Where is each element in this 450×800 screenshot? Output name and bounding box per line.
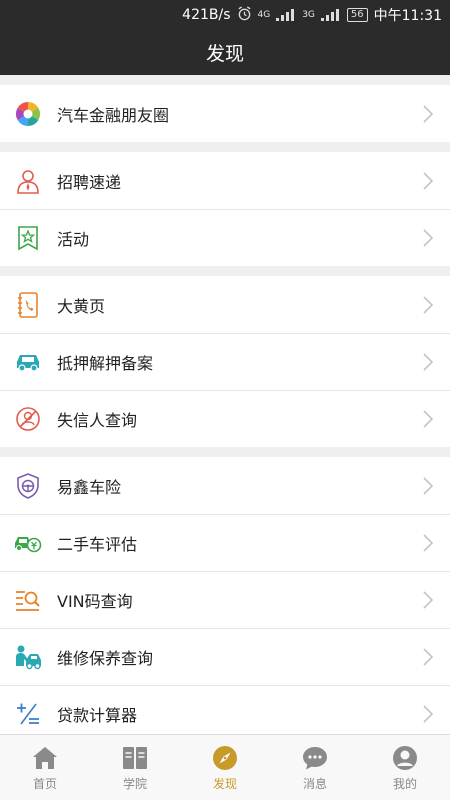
chevron-right-icon xyxy=(423,228,434,247)
title-bar: 发现 xyxy=(0,30,450,75)
user-icon xyxy=(393,746,417,770)
tab-discover[interactable]: 发现 xyxy=(180,735,270,800)
home-icon xyxy=(33,747,57,769)
item-recruitment[interactable]: 招聘速递 xyxy=(0,152,450,209)
car-valuation-icon xyxy=(14,529,42,557)
network-4g-label: 4G xyxy=(257,10,271,20)
chevron-right-icon xyxy=(423,476,434,495)
item-loan-calculator[interactable]: 贷款计算器 xyxy=(0,685,450,734)
item-dishonest-search[interactable]: 失信人查询 xyxy=(0,390,450,447)
repair-icon xyxy=(14,643,42,671)
chat-icon xyxy=(303,747,327,770)
item-label: 二手车评估 xyxy=(57,534,138,554)
chevron-right-icon xyxy=(423,295,434,314)
chevron-right-icon xyxy=(423,352,434,371)
aperture-icon xyxy=(14,100,42,128)
group-tools: 易鑫车险 二手车评估 VIN码查询 维修保养查询 贷款计算器 xyxy=(0,457,450,734)
item-label: 失信人查询 xyxy=(57,410,138,430)
item-car-insurance[interactable]: 易鑫车险 xyxy=(0,457,450,514)
chevron-right-icon xyxy=(423,409,434,428)
tab-label: 消息 xyxy=(302,777,327,791)
group-circle: 汽车金融朋友圈 xyxy=(0,85,450,142)
no-person-icon xyxy=(14,405,42,433)
item-label: 招聘速递 xyxy=(57,172,122,192)
tab-label: 发现 xyxy=(212,777,237,791)
signal-icon xyxy=(276,9,296,21)
tab-mine[interactable]: 我的 xyxy=(360,735,450,800)
item-used-car-valuation[interactable]: 二手车评估 xyxy=(0,514,450,571)
bottom-tab-bar: 首页 学院 发现 消息 我的 xyxy=(0,734,450,800)
item-label: 汽车金融朋友圈 xyxy=(57,105,170,125)
item-label: VIN码查询 xyxy=(57,591,133,611)
tab-home[interactable]: 首页 xyxy=(0,735,90,800)
chevron-right-icon xyxy=(423,104,434,123)
tab-label: 首页 xyxy=(32,777,57,791)
chevron-right-icon xyxy=(423,533,434,552)
item-label: 抵押解押备案 xyxy=(57,353,154,373)
tab-academy[interactable]: 学院 xyxy=(90,735,180,800)
item-vin-search[interactable]: VIN码查询 xyxy=(0,571,450,628)
alarm-icon xyxy=(237,5,252,25)
item-label: 活动 xyxy=(57,229,90,249)
signal-icon-2 xyxy=(320,9,341,21)
item-auto-finance-circle[interactable]: 汽车金融朋友圈 xyxy=(0,85,450,142)
group-lookup: 大黄页 抵押解押备案 失信人查询 xyxy=(0,276,450,447)
item-label: 贷款计算器 xyxy=(57,705,138,725)
network-3g-label: 3G xyxy=(302,10,315,20)
item-label: 易鑫车险 xyxy=(57,477,122,497)
item-events[interactable]: 活动 xyxy=(0,209,450,266)
item-maintenance-search[interactable]: 维修保养查询 xyxy=(0,628,450,685)
item-label: 维修保养查询 xyxy=(57,648,154,668)
status-bar: 421B/s 4G 3G 56 中午11:31 xyxy=(0,0,450,30)
car-icon xyxy=(14,348,42,376)
chevron-right-icon xyxy=(423,647,434,666)
chevron-right-icon xyxy=(423,590,434,609)
tab-label: 学院 xyxy=(122,777,147,791)
chevron-right-icon xyxy=(423,704,434,723)
page-title: 发现 xyxy=(205,43,244,65)
network-speed: 421B/s xyxy=(182,7,231,23)
calculator-icon xyxy=(14,700,42,728)
battery-icon: 56 xyxy=(346,8,368,22)
chevron-right-icon xyxy=(423,171,434,190)
book-icon xyxy=(123,747,147,769)
compass-icon xyxy=(213,746,237,770)
discover-list[interactable]: 汽车金融朋友圈 招聘速递 活动 大黄页 抵押解押备案 失信人查询 易鑫车险 二手… xyxy=(0,75,450,734)
recruit-person-icon xyxy=(14,167,42,195)
phone-book-icon xyxy=(14,291,42,319)
item-yellow-pages[interactable]: 大黄页 xyxy=(0,276,450,333)
group-jobs-events: 招聘速递 活动 xyxy=(0,152,450,266)
tab-label: 我的 xyxy=(392,777,417,791)
vin-search-icon xyxy=(14,586,42,614)
item-label: 大黄页 xyxy=(57,296,106,316)
clock: 中午11:31 xyxy=(373,8,442,24)
item-mortgage-record[interactable]: 抵押解押备案 xyxy=(0,333,450,390)
star-flag-icon xyxy=(14,224,42,252)
shield-steering-icon xyxy=(14,472,42,500)
tab-messages[interactable]: 消息 xyxy=(270,735,360,800)
